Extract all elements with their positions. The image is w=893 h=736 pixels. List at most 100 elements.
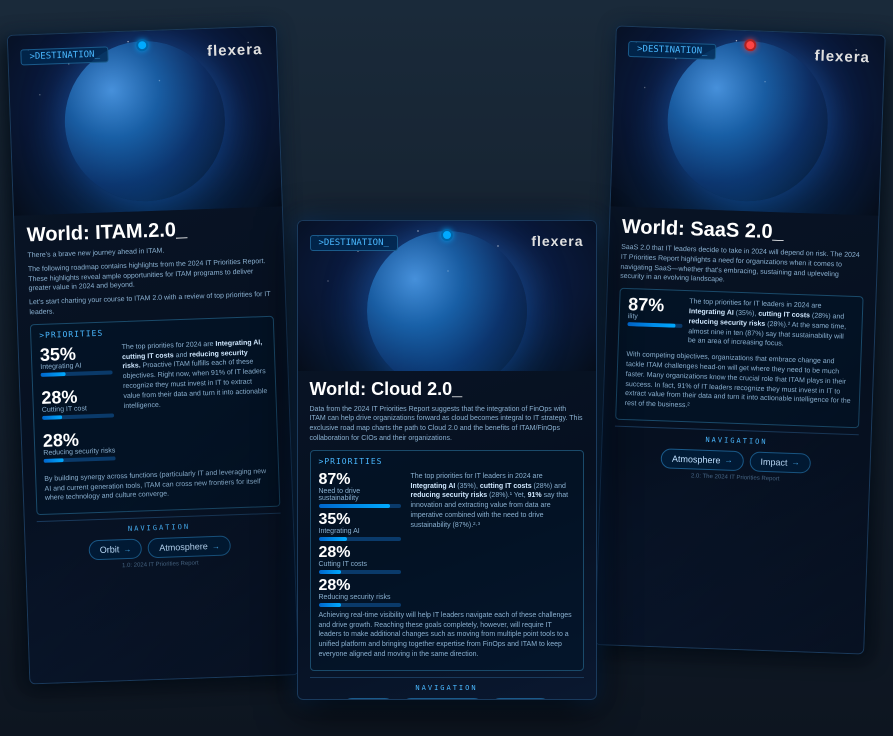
destination-badge-center: >DESTINATION_ xyxy=(310,235,398,251)
btn-orbit-left-label: Orbit xyxy=(100,544,120,555)
priority-bar-fill-4-center xyxy=(319,603,342,607)
priority-bar-2-left xyxy=(42,413,114,420)
nav-buttons-center: Orbit → Atmosphere → Impact → xyxy=(310,698,584,700)
priority-row-2-left: 28% Cutting IT cost xyxy=(41,386,114,419)
world-title-center: World: Cloud 2.0_ xyxy=(310,379,584,401)
destination-badge-left: >DESTINATION_ xyxy=(20,46,109,65)
btn-atmosphere-center[interactable]: Atmosphere → xyxy=(401,698,484,700)
priority-label-1-left: Integrating AI xyxy=(40,361,112,371)
nav-header-right: NAVIGATION xyxy=(614,433,858,450)
destination-badge-right: >DESTINATION_ xyxy=(628,41,717,60)
priority-bar-3-center xyxy=(319,570,401,574)
btn-atmosphere-right[interactable]: Atmosphere → xyxy=(661,448,744,471)
btn-atmosphere-left-arrow: → xyxy=(212,541,220,550)
btn-atmosphere-right-arrow: → xyxy=(724,456,732,465)
body-text-left: By building synergy across functions (pa… xyxy=(44,467,271,504)
card-cloud: flexera >DESTINATION_ World: Cloud 2.0_ … xyxy=(297,220,597,700)
priority-label-1-center: Need to drive sustainability xyxy=(319,488,401,502)
intro-text-left-2: The following roadmap contains highlight… xyxy=(28,257,273,295)
card-content-right: World: SaaS 2.0_ SaaS 2.0 that IT leader… xyxy=(601,206,879,493)
body-text-center: Achieving real-time visibility will help… xyxy=(319,611,575,660)
priority-bar-1-left xyxy=(41,370,113,377)
priorities-left: >PRIORITIES 35% Integrating AI xyxy=(30,316,281,516)
priority-bar-4-center xyxy=(319,603,401,607)
connector-dot-left xyxy=(136,39,148,51)
btn-impact-right-arrow: → xyxy=(791,458,799,467)
priorities-header-center: >PRIORITIES xyxy=(319,457,575,466)
priority-text-center: The top priorities for IT leaders in 202… xyxy=(411,472,575,607)
world-title-right: World: SaaS 2.0_ xyxy=(621,215,866,248)
priority-1-center: 87% Need to drive sustainability xyxy=(319,472,401,508)
nav-header-left: NAVIGATION xyxy=(37,520,281,537)
nav-section-left: NAVIGATION Orbit → Atmosphere → 1.0: 202… xyxy=(37,513,283,572)
priorities-bars-left: 35% Integrating AI 28% xyxy=(40,343,116,468)
priority-bar-1-right xyxy=(627,322,682,328)
right-body-text: With competing objectives, organizations… xyxy=(625,350,853,417)
top-connector-left xyxy=(136,39,148,51)
priority-2-center: 35% Integrating AI xyxy=(319,512,401,541)
intro-text-right: SaaS 2.0 that IT leaders decide to take … xyxy=(620,243,865,291)
priorities-content-right: 87% ility The top priorities for IT lead… xyxy=(627,295,855,352)
btn-atmosphere-left-label: Atmosphere xyxy=(159,541,208,553)
nav-section-center: NAVIGATION Orbit → Atmosphere → Impact → xyxy=(310,677,584,700)
btn-orbit-center[interactable]: Orbit → xyxy=(342,698,396,700)
priority-bar-fill-1-center xyxy=(319,504,390,508)
priority-bar-fill-3-left xyxy=(44,458,64,463)
flexera-logo-center: flexera xyxy=(531,233,583,249)
priority-pct-3-center: 28% xyxy=(319,545,401,561)
nav-header-center: NAVIGATION xyxy=(310,684,584,692)
priorities-center: >PRIORITIES 87% Need to drive sustainabi… xyxy=(310,450,584,671)
card-itam: flexera >DESTINATION_ World: ITAM.2.0_ T… xyxy=(7,25,300,684)
priorities-header-left: >PRIORITIES xyxy=(39,323,265,340)
priority-bar-fill-3-center xyxy=(319,570,342,574)
world-title-left: World: ITAM.2.0_ xyxy=(26,215,271,248)
flexera-logo-left: flexera xyxy=(207,41,263,60)
btn-atmosphere-left[interactable]: Atmosphere → xyxy=(148,536,231,559)
btn-impact-right[interactable]: Impact → xyxy=(749,451,811,473)
top-connector-right xyxy=(744,39,756,51)
nav-buttons-left: Orbit → Atmosphere → xyxy=(37,534,282,563)
btn-atmosphere-right-label: Atmosphere xyxy=(672,454,721,466)
intro-text-left-3: Let's start charting your course to ITAM… xyxy=(29,290,274,318)
scene: flexera >DESTINATION_ World: ITAM.2.0_ T… xyxy=(0,0,893,736)
priority-1-left: 35% Integrating AI xyxy=(40,343,113,376)
priority-bar-fill-1-right xyxy=(627,322,675,328)
priority-bar-2-center xyxy=(319,537,401,541)
priority-pct-1-right: 87% xyxy=(628,295,684,315)
top-connector-center xyxy=(441,229,453,241)
btn-orbit-left-arrow: → xyxy=(123,545,131,554)
priority-pct-1-center: 87% xyxy=(319,472,401,488)
card-content-left: World: ITAM.2.0_ There's a brave new jou… xyxy=(14,206,295,580)
priority-bar-fill-2-left xyxy=(42,415,62,420)
right-text-col: The top priorities for IT leaders in 202… xyxy=(688,297,855,352)
priority-text-left: The top priorities for 2024 are Integrat… xyxy=(122,338,270,466)
priority-label-3-left: Reducing security risks xyxy=(43,447,115,457)
priorities-bars-right: 87% ility xyxy=(627,295,684,346)
connector-dot-right xyxy=(744,39,756,51)
nav-buttons-right: Atmosphere → Impact → xyxy=(614,447,859,476)
priority-2-left: 28% Cutting IT cost xyxy=(41,386,114,419)
btn-orbit-left[interactable]: Orbit → xyxy=(88,539,142,561)
priority-label-2-center: Integrating AI xyxy=(319,528,401,535)
priorities-content-left: 35% Integrating AI 28% xyxy=(40,338,270,469)
connector-dot-center xyxy=(441,229,453,241)
priority-bar-3-left xyxy=(44,456,116,463)
priority-3-left: 28% Reducing security risks xyxy=(43,429,116,462)
priority-bar-1-center xyxy=(319,504,401,508)
btn-impact-right-label: Impact xyxy=(760,457,787,468)
priority-row-1-left: 35% Integrating AI xyxy=(40,343,113,376)
card-content-center: World: Cloud 2.0_ Data from the 2024 IT … xyxy=(298,371,596,700)
priority-label-2-left: Cutting IT cost xyxy=(42,404,114,414)
priorities-right: 87% ility The top priorities for IT lead… xyxy=(615,288,863,428)
intro-text-center: Data from the 2024 IT Priorities Report … xyxy=(310,405,584,444)
priority-4-center: 28% Reducing security risks xyxy=(319,578,401,607)
priority-bar-fill-1-left xyxy=(41,372,66,377)
flexera-logo-right: flexera xyxy=(814,47,870,66)
priority-label-4-center: Reducing security risks xyxy=(319,594,401,601)
priorities-bars-center: 87% Need to drive sustainability 35% Int… xyxy=(319,472,401,607)
priority-label-3-center: Cutting IT costs xyxy=(319,561,401,568)
priorities-content-center: 87% Need to drive sustainability 35% Int… xyxy=(319,472,575,607)
nav-section-right: NAVIGATION Atmosphere → Impact → 2.0: Th… xyxy=(613,426,859,485)
btn-impact-center[interactable]: Impact → xyxy=(490,698,551,700)
priority-bar-fill-2-center xyxy=(319,537,348,541)
